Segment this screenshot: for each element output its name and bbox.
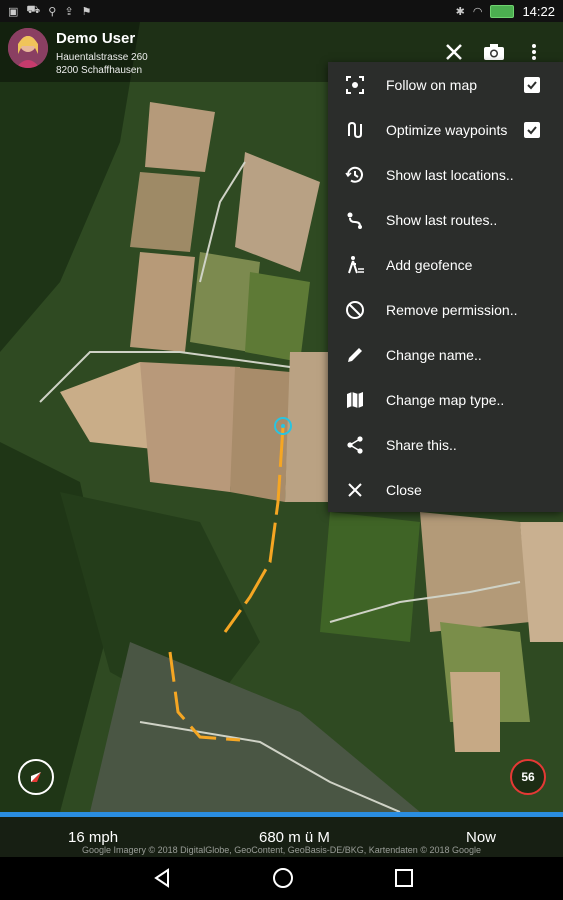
menu-item-label: Close	[386, 481, 422, 498]
status-time: 14:22	[522, 3, 555, 19]
menu-item-label: Change name..	[386, 346, 482, 363]
menu-item-follow-on-map[interactable]: Follow on map	[328, 62, 563, 107]
avatar[interactable]	[8, 28, 48, 68]
geofence-icon	[344, 254, 366, 276]
status-bar: ▣ ⛟ ⚲ ⇪ ⚑ ✱ ◠ 14:22	[0, 0, 563, 22]
wifi-icon: ◠	[472, 5, 483, 18]
battery-icon	[490, 4, 515, 18]
back-icon[interactable]	[149, 865, 175, 891]
block-icon	[344, 299, 366, 321]
more-vert-icon[interactable]	[522, 40, 546, 64]
menu-item-remove-permission[interactable]: Remove permission..	[328, 287, 563, 332]
optimize-checkbox[interactable]	[524, 121, 540, 138]
usb-icon: ⚲	[48, 5, 57, 18]
follow-checkbox[interactable]	[524, 76, 540, 93]
menu-item-label: Follow on map	[386, 76, 478, 93]
routes-icon	[344, 209, 366, 231]
map-icon	[344, 389, 366, 411]
menu-item-show-last-routes[interactable]: Show last routes..	[328, 197, 563, 242]
menu-item-label: Add geofence	[386, 256, 473, 273]
menu-item-label: Change map type..	[386, 391, 505, 408]
navigation-bar	[0, 857, 563, 900]
overflow-menu: Follow on map Optimize waypoints Show la…	[328, 62, 563, 512]
user-name: Demo User	[56, 30, 136, 47]
camera-icon[interactable]	[482, 40, 506, 64]
count-badge-value: 56	[521, 770, 535, 784]
count-badge[interactable]: 56	[510, 759, 546, 795]
pin-icon: ⚑	[81, 5, 92, 18]
compass-button[interactable]	[18, 759, 54, 795]
close-icon[interactable]	[442, 40, 466, 64]
menu-item-label: Remove permission..	[386, 301, 518, 318]
menu-item-label: Show last routes..	[386, 211, 498, 228]
car-icon: ⛟	[26, 4, 41, 16]
menu-item-optimize-waypoints[interactable]: Optimize waypoints	[328, 107, 563, 152]
time-value: Now	[466, 829, 497, 846]
menu-item-add-geofence[interactable]: Add geofence	[328, 242, 563, 287]
route-optimize-icon	[344, 119, 366, 141]
bluetooth-icon: ✱	[455, 5, 465, 18]
menu-item-share[interactable]: Share this..	[328, 422, 563, 467]
menu-item-change-map-type[interactable]: Change map type..	[328, 377, 563, 422]
address-line-2: 8200 Schaffhausen	[56, 65, 143, 76]
map-copyright: Google Imagery © 2018 DigitalGlobe, GeoC…	[82, 845, 481, 855]
menu-item-label: Show last locations..	[386, 166, 514, 183]
address-line-1: Hauentalstrasse 260	[56, 52, 148, 63]
menu-item-show-last-locations[interactable]: Show last locations..	[328, 152, 563, 197]
recents-icon[interactable]	[391, 865, 417, 891]
history-icon	[344, 164, 366, 186]
speed-value: 16 mph	[68, 829, 119, 846]
share-icon	[344, 434, 366, 456]
menu-item-label: Share this..	[386, 436, 457, 453]
compass-icon	[31, 772, 41, 782]
menu-item-label: Optimize waypoints	[386, 121, 508, 138]
target-icon	[344, 74, 366, 96]
menu-item-close[interactable]: Close	[328, 467, 563, 512]
upload-icon: ⇪	[64, 5, 74, 18]
close-icon	[344, 479, 366, 501]
notification-icon: ▣	[8, 5, 19, 18]
home-icon[interactable]	[270, 865, 296, 891]
pencil-icon	[344, 344, 366, 366]
menu-item-change-name[interactable]: Change name..	[328, 332, 563, 377]
altitude-value: 680 m ü M	[259, 829, 330, 846]
